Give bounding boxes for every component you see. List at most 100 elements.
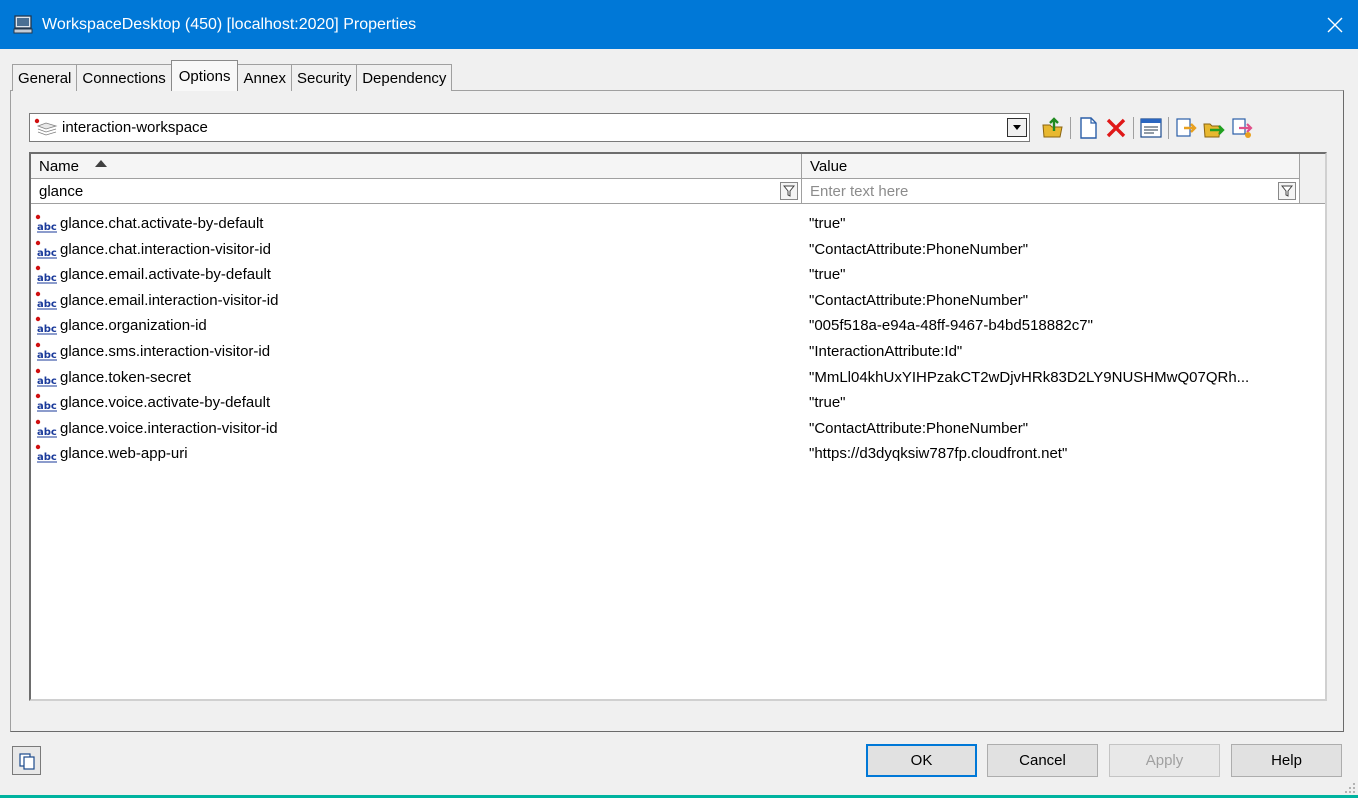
resize-grip-icon[interactable] [1344,782,1356,794]
string-option-icon: abc [35,342,57,361]
app-icon [13,14,33,33]
properties-button[interactable] [1137,114,1165,142]
string-option-icon: abc [35,419,57,438]
import-icon [1176,118,1197,137]
dropdown-arrow-button[interactable] [1007,118,1027,137]
svg-text:abc: abc [37,299,57,310]
option-value: "true" [809,266,846,284]
table-row[interactable]: abc glance.email.interaction-visitor-id … [31,288,1325,314]
value-filter-button[interactable] [1278,182,1296,200]
table-row[interactable]: abc glance.sms.interaction-visitor-id "I… [31,339,1325,365]
svg-text:abc: abc [37,222,57,233]
option-value: "https://d3dyqksiw787fp.cloudfront.net" [809,445,1068,463]
svg-text:abc: abc [37,376,57,387]
table-row[interactable]: abc glance.chat.activate-by-default "tru… [31,211,1325,237]
option-name: glance.email.interaction-visitor-id [60,291,279,309]
window-title: WorkspaceDesktop (450) [localhost:2020] … [42,15,417,33]
option-name: glance.voice.activate-by-default [60,394,271,412]
toolbar [1039,113,1256,143]
option-value: "ContactAttribute:PhoneNumber" [809,419,1029,437]
export-icon [1203,123,1225,138]
option-rows: abc glance.chat.activate-by-default "tru… [31,211,1325,467]
string-option-icon: abc [35,317,57,335]
filter-funnel-icon [1281,185,1293,197]
new-document-icon [1080,117,1097,139]
new-button[interactable] [1074,114,1102,142]
tab-security[interactable]: Security [291,64,358,91]
svg-text:abc: abc [37,452,57,463]
name-filter-button[interactable] [780,182,798,200]
table-row[interactable]: abc glance.voice.interaction-visitor-id … [31,416,1325,442]
tab-annex[interactable]: Annex [237,64,293,91]
filter-funnel-icon [783,185,795,197]
svg-text:abc: abc [37,273,57,284]
option-name: glance.chat.interaction-visitor-id [60,240,271,258]
help-button[interactable]: Help [1231,744,1342,777]
delete-icon [1106,118,1126,138]
svg-text:abc: abc [37,350,57,361]
option-value: "ContactAttribute:PhoneNumber" [809,291,1029,309]
option-value: "ContactAttribute:PhoneNumber" [809,240,1029,258]
option-name: glance.email.activate-by-default [60,266,271,284]
table-row[interactable]: abc glance.web-app-uri "https://d3dyqksi… [31,441,1325,467]
close-button[interactable] [1312,0,1358,49]
table-row[interactable]: abc glance.voice.activate-by-default "tr… [31,390,1325,416]
tab-connections[interactable]: Connections [76,64,172,91]
properties-icon [1140,118,1162,138]
svg-text:abc: abc [37,401,57,412]
option-name: glance.voice.interaction-visitor-id [60,419,278,437]
option-name: glance.sms.interaction-visitor-id [60,342,271,360]
import-button[interactable] [1172,114,1200,142]
copy-icon [1232,118,1253,138]
tab-strip: General Connections Options Annex Securi… [12,60,453,91]
string-option-icon: abc [35,265,57,284]
title-bar: WorkspaceDesktop (450) [localhost:2020] … [0,0,1358,49]
name-filter-input[interactable]: glance [31,179,802,204]
copy-button[interactable] [1228,114,1256,142]
copy-properties-button[interactable] [12,746,41,775]
option-name: glance.chat.activate-by-default [60,215,264,232]
toolbar-separator [1070,117,1071,139]
svg-text:abc: abc [37,248,57,259]
sort-ascending-icon [95,159,108,167]
option-value: "MmLl04khUxYIHPzakCT2wDjvHRk83D2LY9NUSHM… [809,368,1250,386]
apply-button[interactable]: Apply [1109,744,1220,777]
table-row[interactable]: abc glance.chat.interaction-visitor-id "… [31,237,1325,263]
header-filler [1300,154,1325,204]
delete-button[interactable] [1102,114,1130,142]
string-option-icon: abc [35,214,57,233]
tab-dependency[interactable]: Dependency [356,64,453,91]
section-stack-icon [34,118,58,135]
string-option-icon: abc [35,240,57,259]
option-value: "005f518a-e94a-48ff-9467-b4bd518882c7" [809,317,1093,335]
string-option-icon: abc [35,368,57,387]
option-value: "InteractionAttribute:Id" [809,342,963,360]
cancel-button[interactable]: Cancel [987,744,1098,777]
column-header-value-label: Value [810,157,848,175]
toolbar-separator [1168,117,1169,139]
section-dropdown-value: interaction-workspace [62,119,208,136]
tab-options[interactable]: Options [170,60,239,91]
column-header-value[interactable]: Value [802,154,1300,179]
table-row[interactable]: abc glance.email.activate-by-default "tr… [31,262,1325,288]
svg-text:abc: abc [37,324,57,335]
table-row[interactable]: abc glance.organization-id "005f518a-e94… [31,313,1325,339]
up-folder-icon [1042,117,1063,138]
option-name: glance.organization-id [60,317,207,335]
table-row[interactable]: abc glance.token-secret "MmLl04khUxYIHPz… [31,365,1325,391]
column-header-name[interactable]: Name [31,154,802,179]
tab-general[interactable]: General [12,64,78,91]
section-dropdown[interactable]: interaction-workspace [29,113,1030,142]
up-folder-button[interactable] [1039,114,1067,142]
name-filter-value: glance [39,182,84,200]
value-filter-placeholder: Enter text here [810,182,909,200]
column-header-name-label: Name [39,157,80,175]
svg-text:abc: abc [37,427,57,438]
value-filter-input[interactable]: Enter text here [802,179,1300,204]
export-button[interactable] [1200,114,1228,142]
option-value: "true" [809,215,846,232]
ok-button[interactable]: OK [866,744,977,777]
close-icon [1327,17,1343,32]
option-name: glance.web-app-uri [60,445,188,463]
options-grid: Name Value glance Enter text here abc gl… [29,152,1327,701]
